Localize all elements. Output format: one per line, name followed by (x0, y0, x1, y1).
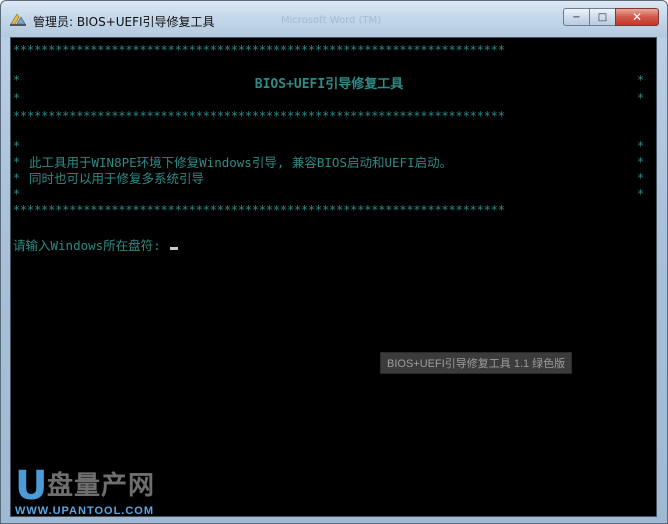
admin-console-icon (10, 13, 26, 26)
border-star-left: * (13, 172, 21, 184)
border-star-left: * (13, 92, 21, 104)
window-controls: − □ ✕ (563, 8, 659, 28)
version-label: BIOS+UEFI引导修复工具 1.1 绿色版 (380, 352, 573, 374)
scrollbar-track[interactable] (646, 38, 656, 516)
window-title: 管理员: BIOS+UEFI引导修复工具 (33, 15, 215, 29)
border-star-left: * (13, 156, 21, 168)
drive-letter-prompt[interactable]: 请输入Windows所在盘符: (13, 235, 179, 254)
maximize-button[interactable]: □ (589, 8, 615, 26)
border-stars-middle: ****************************************… (13, 110, 505, 122)
close-button[interactable]: ✕ (615, 8, 659, 26)
prompt-text: 请输入Windows所在盘符: (13, 238, 169, 253)
minimize-button[interactable]: − (563, 8, 589, 26)
watermark-logo-letter: U (15, 463, 48, 509)
watermark-url: WWW.UPANTOOL.COM (15, 505, 155, 517)
border-stars-top: ****************************************… (13, 44, 505, 56)
console-window: 管理员: BIOS+UEFI引导修复工具 Microsoft Word (TM)… (0, 0, 668, 524)
border-star-left: * (13, 140, 21, 152)
site-watermark: U 盘量产网 WWW.UPANTOOL.COM (15, 463, 185, 517)
watermark-site-name: 盘量产网 (47, 471, 156, 501)
text-cursor (170, 247, 179, 250)
border-stars-bottom: ****************************************… (13, 204, 505, 216)
description-line-2: 同时也可以用于修复多系统引导 (29, 171, 205, 186)
header-title: BIOS+UEFI引导修复工具 (254, 77, 404, 92)
console-area[interactable]: ****************************************… (10, 37, 657, 517)
background-window-title: Microsoft Word (TM) (281, 15, 382, 26)
border-star-left: * (13, 188, 21, 200)
title-bar[interactable]: 管理员: BIOS+UEFI引导修复工具 Microsoft Word (TM)… (1, 1, 667, 37)
